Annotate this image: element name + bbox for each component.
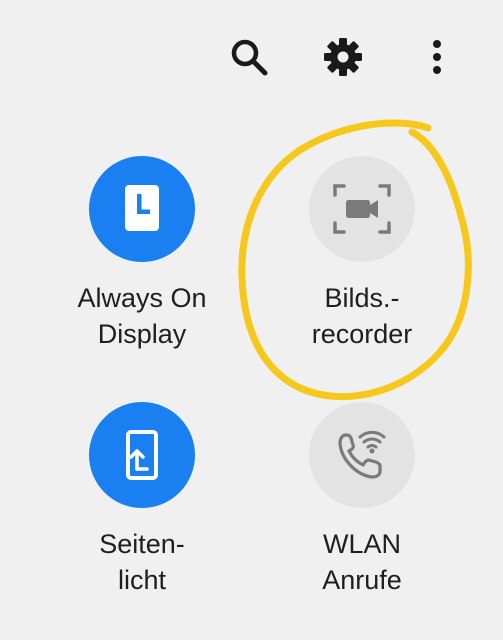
settings-button[interactable] [318,32,368,82]
tile-label: Bilds.- recorder [267,280,457,352]
tile-label: WLAN Anrufe [267,526,457,598]
tile-label-line: WLAN [322,529,401,559]
quick-settings-panel: Always On Display Bilds.- recorder Seite… [0,0,503,640]
tile-label-line: Seiten- [99,529,185,559]
tile-label: Seiten- licht [47,526,237,598]
tile-label-line: licht [117,565,166,595]
quick-panel-toolbar [0,32,503,82]
tile-toggle-circle[interactable] [309,402,415,508]
wifi-call-icon [338,430,386,479]
tile-toggle-circle[interactable] [89,402,195,508]
tile-label-line: Display [97,319,187,349]
tile-label-line: Always On [77,283,207,313]
edge-lighting-icon [126,430,158,480]
screen-record-icon [333,184,391,234]
tile-label-line: Anrufe [322,565,402,595]
tile-toggle-circle[interactable] [309,156,415,262]
more-options-button[interactable] [412,32,462,82]
more-vert-icon [433,40,441,74]
tile-label: Always On Display [47,280,237,352]
tile-label-line: Bilds.- [324,283,400,313]
tile-label-line: recorder [311,319,413,349]
tile-toggle-circle[interactable] [89,156,195,262]
gear-icon [324,38,362,76]
search-icon [231,39,268,76]
clock-card-icon [125,185,159,231]
search-button[interactable] [224,32,274,82]
